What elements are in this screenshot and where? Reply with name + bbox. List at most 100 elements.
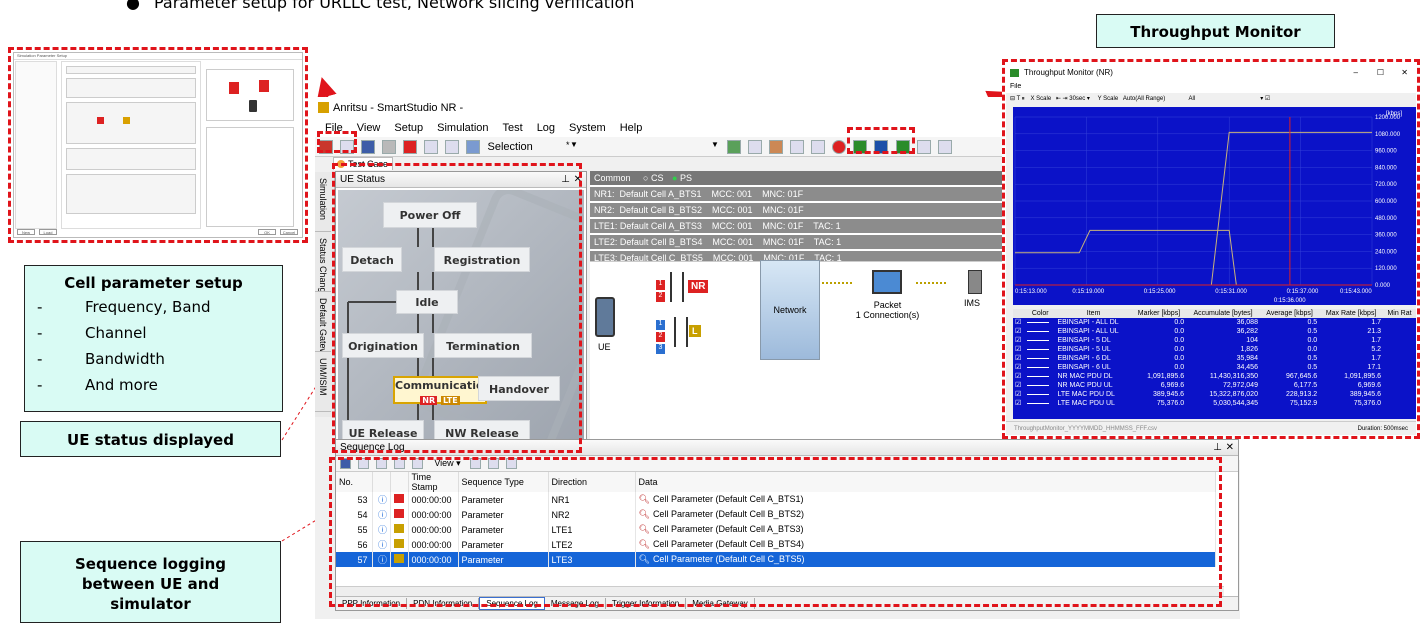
tp-cell: 5.2: [1371, 346, 1382, 353]
network-icon[interactable]: [790, 140, 805, 154]
menu-help[interactable]: Help: [620, 122, 643, 134]
stop-icon[interactable]: [403, 140, 418, 154]
error-icon[interactable]: [832, 140, 847, 154]
tp-cell: 75,152.9: [1289, 400, 1318, 407]
refresh-icon[interactable]: [424, 140, 439, 154]
param-ok-button[interactable]: OK: [258, 229, 276, 235]
param-window-title: Simulation Parameter Setup: [14, 53, 302, 60]
tp-cell: 0.0: [1307, 337, 1318, 344]
menu-view[interactable]: View: [357, 122, 381, 134]
tp-filter-chevron-icon[interactable]: ▾ ☑: [1260, 96, 1270, 102]
tp-close-icon[interactable]: ✕: [1401, 63, 1408, 83]
tp-xscale-select[interactable]: ⇤ ⇥ 30sec ▾: [1056, 96, 1090, 102]
pc-icon[interactable]: [872, 270, 902, 294]
tp-cell: 1,091,895.6: [1344, 373, 1382, 380]
tp-checkbox[interactable]: ☑: [1013, 318, 1025, 327]
tp-col-header[interactable]: Min Rat: [1383, 309, 1416, 318]
tp-row[interactable]: ☑ EBINSAPI - 5 UL 0.0 1,826 0.0 5.2: [1013, 345, 1416, 354]
tp-row[interactable]: ☑ EBINSAPI - ALL DL 0.0 36,088 0.5 1.7: [1013, 318, 1416, 327]
param-new-button[interactable]: New: [17, 229, 35, 235]
tp-cell: 75,376.0: [1353, 400, 1382, 407]
tp-checkbox[interactable]: ☑: [1013, 399, 1025, 408]
tp-tool-icons[interactable]: ⊟ T ⏸: [1010, 96, 1025, 102]
side-tab-3[interactable]: UIM/ISIM: [315, 352, 331, 412]
grid-icon[interactable]: [727, 140, 741, 154]
tp-checkbox[interactable]: ☑: [1013, 327, 1025, 336]
menu-setup[interactable]: Setup: [394, 122, 423, 134]
list-icon[interactable]: [748, 140, 763, 154]
lte-cell-2[interactable]: 2: [656, 332, 665, 342]
link-line-1: [822, 282, 852, 284]
param-cancel-button[interactable]: Cancel: [280, 229, 298, 235]
network-cloud[interactable]: Network: [760, 260, 820, 360]
side-tab-0[interactable]: Simulation: [315, 172, 331, 232]
menu-icon[interactable]: [937, 140, 952, 154]
selection-dropdown[interactable]: Selection: [488, 141, 578, 153]
link-icon[interactable]: [769, 140, 784, 154]
y-tick-label: 1200.000: [1375, 115, 1401, 121]
tp-row[interactable]: ☑ LTE MAC PDU DL 389,945.6 15,322,876,020 22…: [1013, 390, 1416, 399]
ims-server-icon[interactable]: [968, 270, 982, 294]
param-tree: [15, 61, 57, 229]
tp-checkbox[interactable]: ☑: [1013, 372, 1025, 381]
tp-menu-file[interactable]: File: [1006, 83, 1416, 93]
side-tab-1[interactable]: Status Change: [315, 232, 331, 292]
tp-row[interactable]: ☑ NR MAC PDU UL 6,969.6 72,972,049 6,177.5 6,…: [1013, 381, 1416, 390]
seq-pin-icon[interactable]: ⊥: [1213, 440, 1222, 456]
chart-icon[interactable]: [916, 140, 931, 154]
disconnect-icon[interactable]: [811, 140, 826, 154]
play-icon[interactable]: [382, 140, 397, 154]
seq-close-icon[interactable]: ✕: [1226, 440, 1234, 456]
side-tab-2[interactable]: Default Gateway: [315, 292, 331, 352]
nr-cell-1[interactable]: 1: [656, 280, 665, 290]
y-tick-label: 1080.000: [1375, 132, 1401, 138]
tp-color-swatch: [1025, 318, 1055, 327]
ps-radio[interactable]: ● PS: [672, 173, 692, 183]
tp-checkbox[interactable]: ☑: [1013, 381, 1025, 390]
save-icon[interactable]: [361, 140, 376, 154]
tp-row[interactable]: ☑ EBINSAPI - 6 UL 0.0 34,456 0.5 17.1: [1013, 363, 1416, 372]
link-line-2: [916, 282, 946, 284]
tp-minimize-icon[interactable]: –: [1354, 63, 1358, 83]
tp-row[interactable]: ☑ NR MAC PDU DL 1,091,895.6 11,430,316,350 9…: [1013, 372, 1416, 381]
menu-test[interactable]: Test: [503, 122, 523, 134]
tp-col-header[interactable]: Max Rate [kbps]: [1319, 309, 1384, 318]
tp-cell: 0.5: [1307, 319, 1318, 326]
combo-chevron-icon[interactable]: ▼: [711, 140, 719, 149]
tp-row[interactable]: ☑ EBINSAPI - ALL UL 0.0 36,282 0.5 21.3: [1013, 327, 1416, 336]
tp-col-header[interactable]: Accumulate [bytes]: [1186, 309, 1260, 318]
lte-cell-3[interactable]: 3: [656, 344, 665, 354]
tp-row[interactable]: ☑ EBINSAPI - 5 DL 0.0 104 0.0 1.7: [1013, 336, 1416, 345]
tp-yscale-select[interactable]: Auto(All Range): [1123, 93, 1181, 105]
tp-maximize-icon[interactable]: ☐: [1377, 63, 1384, 83]
tp-checkbox[interactable]: ☑: [1013, 354, 1025, 363]
nr-cell-2[interactable]: 2: [656, 292, 665, 302]
cs-radio[interactable]: ○ CS: [643, 173, 663, 183]
tp-checkbox[interactable]: ☑: [1013, 363, 1025, 372]
lte-cell-1[interactable]: 1: [656, 320, 665, 330]
common-tab[interactable]: Common: [594, 173, 631, 183]
tp-checkbox[interactable]: ☑: [1013, 336, 1025, 345]
tp-row[interactable]: ☑ EBINSAPI - 6 DL 0.0 35,984 0.5 1.7: [1013, 354, 1416, 363]
tp-col-header[interactable]: Marker [kbps]: [1131, 309, 1187, 318]
menu-simulation[interactable]: Simulation: [437, 122, 488, 134]
tp-status-file: ThroughputMonitor_YYYYMMDD_HHMMSS_FFF.cs…: [1014, 426, 1158, 432]
sync-icon[interactable]: [445, 140, 460, 154]
tp-cell: 15,322,876,020: [1209, 391, 1258, 398]
tp-filter-select[interactable]: All: [1189, 93, 1259, 105]
tp-col-header[interactable]: Item: [1055, 309, 1132, 318]
ue-device-icon[interactable]: [595, 297, 615, 337]
throughput-table: Color Item Marker [kbps] Accumulate [bytes]…: [1013, 309, 1416, 408]
param-load-button[interactable]: Load: [39, 229, 57, 235]
tp-col-header[interactable]: Color: [1025, 309, 1056, 318]
tp-col-header[interactable]: Average [kbps]: [1259, 309, 1320, 318]
tp-checkbox[interactable]: ☑: [1013, 345, 1025, 354]
x-tick-label: 0:15:37.000: [1287, 289, 1319, 295]
tp-row[interactable]: ☑ LTE MAC PDU UL 75,376.0 5,030,544,345 75,1…: [1013, 399, 1416, 408]
combo-box[interactable]: *: [566, 140, 711, 154]
selection-icon[interactable]: [466, 140, 481, 154]
tp-checkbox[interactable]: ☑: [1013, 390, 1025, 399]
menu-log[interactable]: Log: [537, 122, 555, 134]
swatch-line: [1027, 393, 1050, 395]
menu-system[interactable]: System: [569, 122, 606, 134]
